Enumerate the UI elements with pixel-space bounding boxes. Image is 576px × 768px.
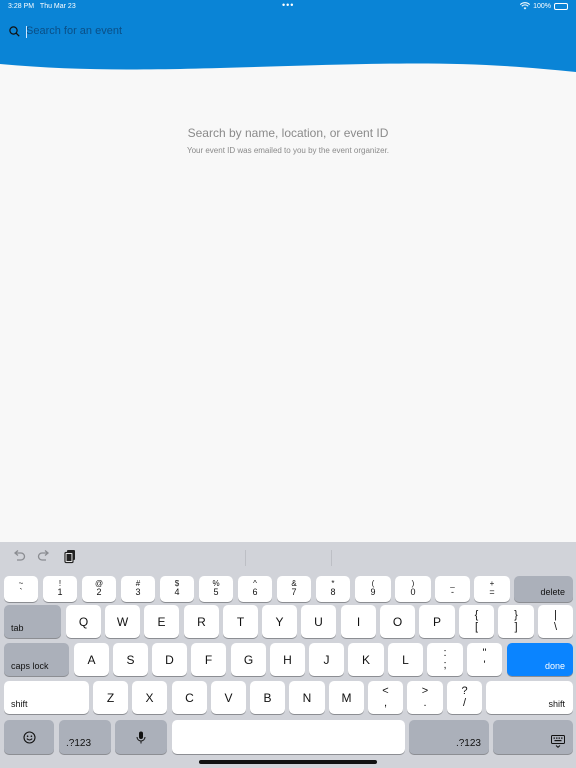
shift-right-key[interactable]: shift: [486, 681, 573, 714]
dictation-key[interactable]: [115, 720, 167, 754]
key-8[interactable]: * 8: [316, 576, 350, 602]
tab-key[interactable]: tab: [4, 605, 61, 638]
key-3[interactable]: #3: [121, 576, 155, 602]
key-t[interactable]: T: [223, 605, 258, 638]
empty-state: Search by name, location, or event ID Yo…: [0, 126, 576, 155]
toolbar-divider: [331, 550, 332, 566]
caps-lock-key[interactable]: caps lock: [4, 643, 69, 676]
key-p[interactable]: P: [419, 605, 455, 638]
battery-icon: [554, 2, 568, 10]
search-icon: [9, 25, 20, 37]
key-left-brace[interactable]: {[: [459, 605, 494, 638]
key-6[interactable]: ^ 6: [238, 576, 272, 602]
search-input[interactable]: [26, 25, 426, 37]
delete-key[interactable]: delete: [514, 576, 573, 602]
key-comma[interactable]: <,: [368, 681, 403, 714]
key-quote[interactable]: " ': [467, 643, 502, 676]
key-c[interactable]: C: [172, 681, 207, 714]
key-j[interactable]: J: [309, 643, 344, 676]
shift-left-key[interactable]: shift: [4, 681, 89, 714]
paste-icon[interactable]: [63, 549, 77, 564]
toolbar-divider: [245, 550, 246, 566]
key-9[interactable]: (9: [355, 576, 391, 602]
key-4[interactable]: $4: [160, 576, 194, 602]
key-minus[interactable]: _ -: [435, 576, 470, 602]
key-backslash[interactable]: | \: [538, 605, 573, 638]
key-1[interactable]: ! 1: [43, 576, 77, 602]
key-x[interactable]: X: [132, 681, 167, 714]
key-backtick[interactable]: ~ `: [4, 576, 38, 602]
key-equals[interactable]: + =: [474, 576, 510, 602]
key-semicolon[interactable]: :;: [427, 643, 463, 676]
date: Thu Mar 23: [39, 3, 76, 10]
key-k[interactable]: K: [348, 643, 384, 676]
key-5[interactable]: % 5: [199, 576, 233, 602]
space-key[interactable]: [172, 720, 405, 754]
key-e[interactable]: E: [144, 605, 179, 638]
key-w[interactable]: W: [105, 605, 140, 638]
search-bar[interactable]: [9, 25, 426, 38]
done-key[interactable]: done: [507, 643, 573, 676]
key-h[interactable]: H: [270, 643, 305, 676]
key-g[interactable]: G: [231, 643, 266, 676]
numbers-key-left[interactable]: .?123: [59, 720, 111, 754]
software-keyboard: ~ ` ! 1 @2 #3 $4 % 5 ^ 6 & 7 * 8 (9 ) 0 _ - + = d…: [0, 542, 576, 768]
key-a[interactable]: A: [74, 643, 109, 676]
status-time: 3:28 PM Thu Mar 23: [8, 3, 76, 10]
key-i[interactable]: I: [341, 605, 376, 638]
wifi-icon: [520, 2, 531, 10]
key-v[interactable]: V: [211, 681, 246, 714]
key-2[interactable]: @2: [82, 576, 116, 602]
key-b[interactable]: B: [250, 681, 285, 714]
key-r[interactable]: R: [184, 605, 219, 638]
empty-state-subtitle: Your event ID was emailed to you by the …: [186, 146, 390, 155]
key-0[interactable]: ) 0: [395, 576, 431, 602]
key-m[interactable]: M: [329, 681, 364, 714]
key-o[interactable]: O: [380, 605, 415, 638]
clock: 3:28 PM: [8, 3, 35, 10]
microphone-icon: [136, 731, 146, 743]
key-l[interactable]: L: [388, 643, 423, 676]
text-caret: [26, 26, 27, 38]
key-period[interactable]: >.: [407, 681, 443, 714]
keyboard-shortcut-bar: [0, 542, 576, 572]
key-s[interactable]: S: [113, 643, 148, 676]
key-f[interactable]: F: [191, 643, 226, 676]
key-y[interactable]: Y: [262, 605, 297, 638]
key-u[interactable]: U: [301, 605, 336, 638]
key-right-brace[interactable]: }]: [498, 605, 534, 638]
key-z[interactable]: Z: [93, 681, 128, 714]
key-q[interactable]: Q: [66, 605, 101, 638]
numbers-key-right[interactable]: .?123: [409, 720, 489, 754]
search-header: 3:28 PM Thu Mar 23 ••• 100%: [0, 0, 576, 78]
empty-state-title: Search by name, location, or event ID: [187, 126, 389, 140]
redo-icon[interactable]: [37, 549, 51, 563]
home-indicator[interactable]: [199, 760, 377, 764]
key-slash[interactable]: ? /: [447, 681, 482, 714]
key-n[interactable]: N: [289, 681, 325, 714]
status-right: 100%: [520, 2, 568, 10]
undo-icon[interactable]: [12, 549, 26, 563]
hide-keyboard-key[interactable]: [493, 720, 573, 754]
battery-percent: 100%: [533, 2, 551, 10]
emoji-icon: [22, 730, 36, 744]
key-d[interactable]: D: [152, 643, 187, 676]
status-bar: 3:28 PM Thu Mar 23 ••• 100%: [0, 0, 576, 14]
multitasking-dots-icon[interactable]: •••: [282, 0, 294, 10]
keyboard-dismiss-icon: [551, 735, 565, 748]
emoji-key[interactable]: [4, 720, 54, 754]
key-7[interactable]: & 7: [277, 576, 311, 602]
